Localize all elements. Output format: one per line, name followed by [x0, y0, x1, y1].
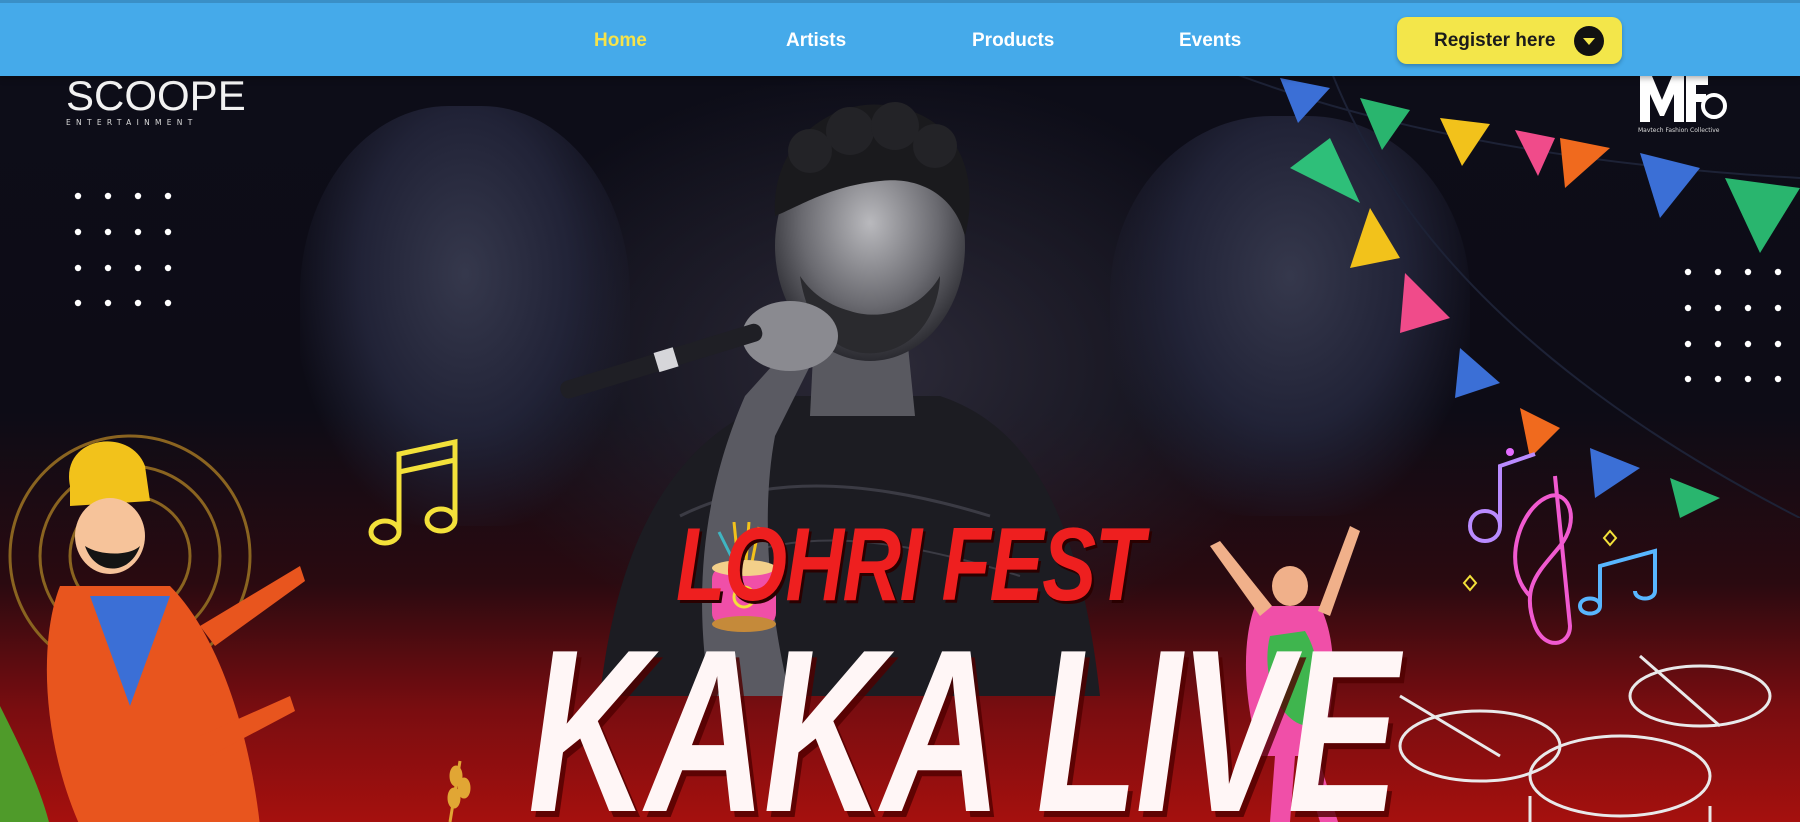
scoope-entertainment-logo[interactable]: SCOOPE ENTERTAINMENT	[66, 76, 246, 127]
top-navigation-bar: Home Artists Products Events Register he…	[0, 0, 1800, 76]
wheat-stalk-icon	[447, 760, 471, 822]
nav-link-home[interactable]: Home	[594, 3, 647, 79]
register-button-label: Register here	[1434, 30, 1556, 51]
treble-clef-icon	[1462, 448, 1657, 645]
music-note-icon	[368, 438, 458, 546]
dot-grid-icon	[74, 192, 172, 307]
hero-event-banner[interactable]: SCOOPE ENTERTAINMENT Mavtech Fashion Col…	[0, 76, 1800, 822]
bhangra-dancer-illustration	[0, 434, 305, 822]
nav-link-artists[interactable]: Artists	[786, 3, 846, 79]
drum-kit-sketch-icon	[1398, 654, 1772, 822]
nav-link-events[interactable]: Events	[1179, 3, 1241, 79]
register-dropdown-button[interactable]: Register here	[1397, 17, 1622, 64]
logo-title: SCOOPE	[66, 76, 246, 119]
chevron-down-icon[interactable]	[1574, 26, 1604, 56]
nav-link-products[interactable]: Products	[972, 3, 1054, 79]
headline-kaka-live: KAKA LIVE	[528, 602, 1399, 822]
